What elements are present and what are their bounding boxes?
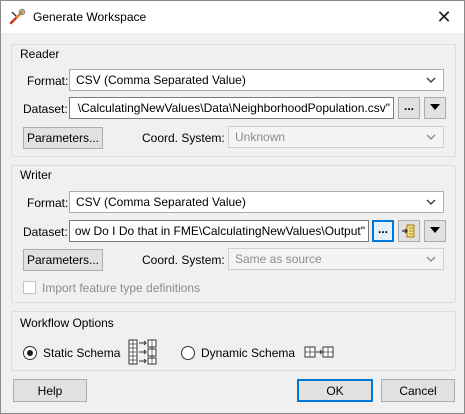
writer-format-select[interactable]: CSV (Comma Separated Value): [69, 191, 444, 213]
window-title: Generate Workspace: [33, 10, 147, 24]
triangle-down-icon: [430, 104, 440, 110]
dynamic-schema-icon: [304, 346, 334, 361]
chevron-down-icon: [426, 134, 436, 140]
triangle-down-icon: [430, 227, 440, 233]
static-schema-radio[interactable]: [23, 346, 37, 360]
writer-coord-select[interactable]: Same as source: [228, 248, 444, 270]
reader-group: Reader Format: CSV (Comma Separated Valu…: [11, 44, 456, 157]
writer-coord-value: Same as source: [235, 252, 322, 266]
writer-format-label: Format:: [27, 196, 69, 210]
writer-browse-button[interactable]: ...: [372, 220, 394, 242]
chevron-down-icon: [426, 256, 436, 262]
reader-format-select[interactable]: CSV (Comma Separated Value): [69, 69, 444, 91]
import-feature-types-label: Import feature type definitions: [42, 281, 201, 295]
writer-parameters-button[interactable]: Parameters...: [23, 249, 103, 271]
chevron-down-icon: [426, 77, 436, 83]
writer-group: Writer Format: CSV (Comma Separated Valu…: [11, 165, 456, 303]
reader-dataset-label: Dataset:: [23, 102, 68, 116]
reader-parameters-button[interactable]: Parameters...: [23, 127, 103, 149]
reader-coord-label: Coord. System:: [142, 131, 225, 145]
dynamic-schema-radio[interactable]: [181, 346, 195, 360]
reader-browse-button[interactable]: ...: [398, 97, 420, 119]
ok-button[interactable]: OK: [297, 379, 373, 402]
import-feature-types-checkbox[interactable]: [23, 281, 36, 294]
workflow-options-group: Workflow Options Static Schema Dynamic S…: [11, 311, 456, 371]
static-schema-label: Static Schema: [43, 346, 121, 360]
fme-wrench-icon: [8, 8, 26, 26]
reader-format-label: Format:: [27, 74, 69, 88]
reader-coord-select[interactable]: Unknown: [228, 126, 444, 148]
reader-format-value: CSV (Comma Separated Value): [76, 73, 246, 87]
writer-format-value: CSV (Comma Separated Value): [76, 195, 246, 209]
writer-dataset-label: Dataset:: [23, 225, 68, 239]
reader-dataset-value: \CalculatingNewValues\Data\NeighborhoodP…: [77, 101, 390, 115]
reader-dataset-input[interactable]: \CalculatingNewValues\Data\NeighborhoodP…: [69, 97, 394, 119]
writer-dataset-dropdown-button[interactable]: [424, 220, 446, 242]
workflow-group-label: Workflow Options: [20, 316, 114, 330]
close-button[interactable]: ✕: [424, 1, 464, 33]
writer-dataset-input[interactable]: ow Do I Do that in FME\CalculatingNewVal…: [69, 220, 369, 242]
help-button[interactable]: Help: [13, 379, 87, 402]
static-schema-icon: [128, 339, 158, 368]
writer-group-label: Writer: [20, 168, 52, 182]
reader-dataset-dropdown-button[interactable]: [424, 97, 446, 119]
chevron-down-icon: [426, 199, 436, 205]
reader-group-label: Reader: [20, 47, 60, 61]
writer-dataset-value: ow Do I Do that in FME\CalculatingNewVal…: [74, 224, 365, 238]
cancel-button[interactable]: Cancel: [381, 379, 455, 402]
generate-workspace-dialog: Generate Workspace ✕ Reader Format: CSV …: [0, 0, 465, 414]
title-bar: Generate Workspace ✕: [1, 1, 464, 33]
folder-arrow-icon: [402, 224, 415, 238]
dynamic-schema-label: Dynamic Schema: [201, 346, 296, 360]
reader-coord-value: Unknown: [235, 130, 286, 144]
writer-coord-label: Coord. System:: [142, 253, 225, 267]
writer-folder-button[interactable]: [398, 220, 420, 242]
